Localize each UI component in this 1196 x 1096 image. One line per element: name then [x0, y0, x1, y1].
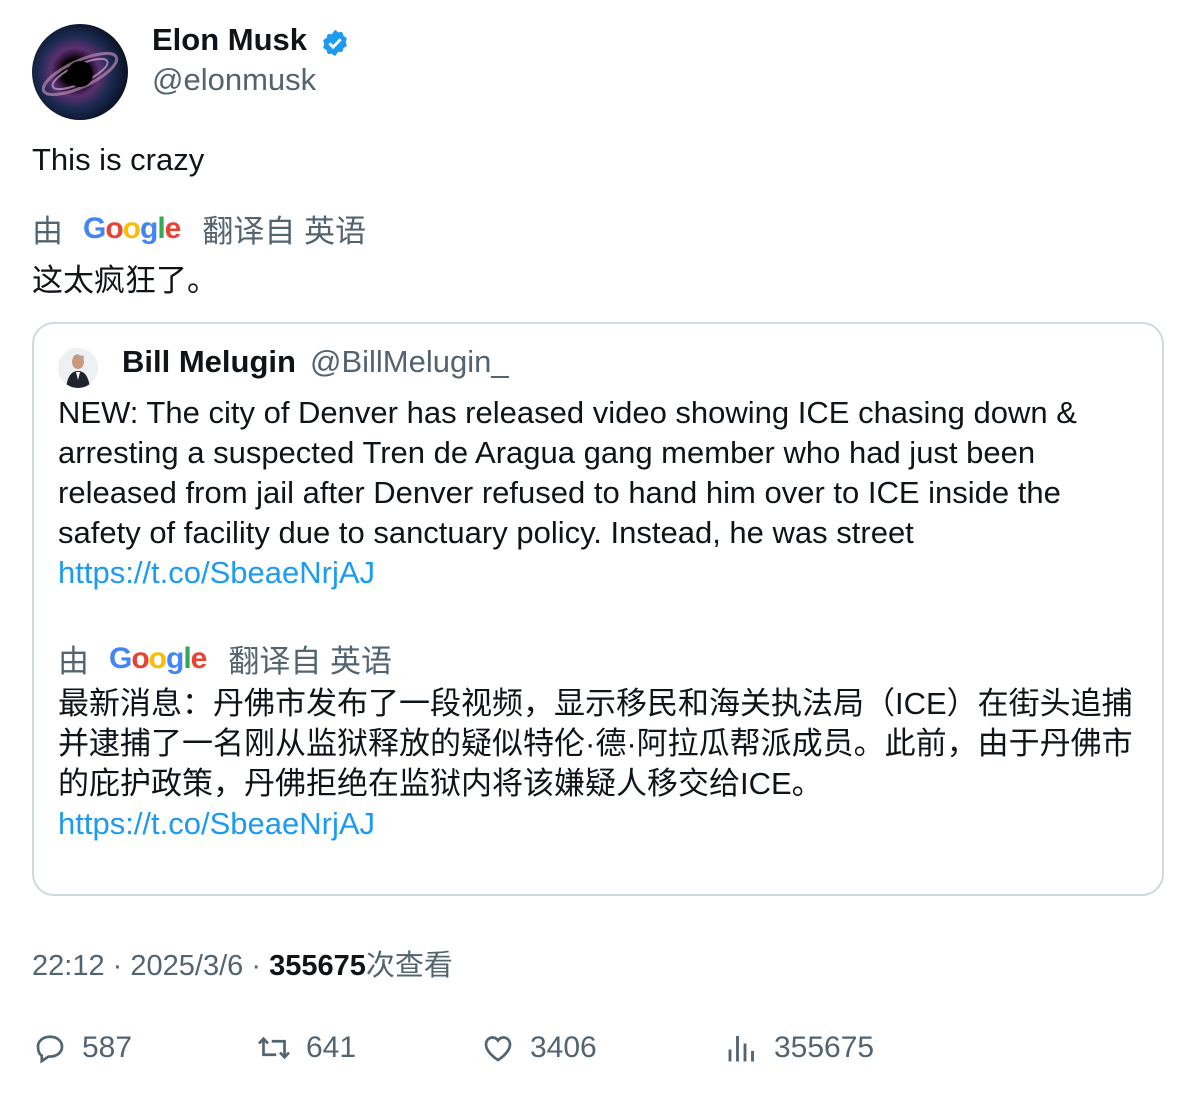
- reply-icon: [36, 1035, 64, 1064]
- tweet-date[interactable]: 2025/3/6: [130, 950, 243, 982]
- translation-prefix: 由: [32, 214, 63, 249]
- quoted-tweet-text: NEW: The city of Denver has released vid…: [58, 393, 1148, 593]
- tweet-translation: 这太疯狂了。: [32, 263, 218, 298]
- author-avatar[interactable]: [32, 24, 128, 120]
- repost-icon: [258, 1036, 290, 1060]
- quoted-translation-link[interactable]: https://t.co/SbeaeNrjAJ: [58, 806, 375, 841]
- views-button[interactable]: 355675: [724, 1030, 874, 1066]
- meta-separator: ·: [251, 950, 261, 982]
- translation-suffix: 翻译自 英语: [202, 214, 366, 249]
- tweet-meta: 22:12 · 2025/3/6 · 355675次查看: [32, 942, 453, 984]
- quoted-tweet-translation: 最新消息：丹佛市发布了一段视频，显示移民和海关执法局（ICE）在街头追捕并逮捕了…: [58, 684, 1148, 844]
- author-name[interactable]: Elon Musk: [152, 22, 307, 58]
- tweet-text: This is crazy: [32, 142, 205, 177]
- view-count: 355675: [269, 950, 366, 982]
- quoted-translation-attribution: 由 Google 翻译自 英语: [58, 636, 392, 681]
- quoted-text-body: NEW: The city of Denver has released vid…: [58, 395, 1077, 550]
- verified-badge-icon: [320, 28, 350, 58]
- views-count: 355675: [774, 1031, 875, 1064]
- heart-icon: [484, 1036, 512, 1062]
- reply-button[interactable]: 587: [32, 1030, 132, 1066]
- tweet-time[interactable]: 22:12: [32, 950, 105, 982]
- quoted-translation-body: 最新消息：丹佛市发布了一段视频，显示移民和海关执法局（ICE）在街头追捕并逮捕了…: [58, 686, 1133, 801]
- repost-count: 641: [306, 1031, 357, 1064]
- reply-count: 587: [82, 1031, 133, 1064]
- quoted-author-avatar[interactable]: [58, 348, 98, 388]
- quoted-translation-prefix: 由: [58, 644, 89, 679]
- google-logo: Google: [109, 641, 207, 675]
- quoted-tweet-link[interactable]: https://t.co/SbeaeNrjAJ: [58, 555, 375, 590]
- repost-button[interactable]: 641: [256, 1030, 356, 1066]
- google-logo: Google: [83, 211, 181, 245]
- quoted-translation-suffix: 翻译自 英语: [228, 644, 392, 679]
- view-count-label: 次查看: [365, 950, 453, 982]
- quoted-author-handle[interactable]: @BillMelugin_: [310, 344, 509, 380]
- meta-separator: ·: [112, 950, 123, 982]
- author-handle[interactable]: @elonmusk: [152, 62, 316, 98]
- like-count: 3406: [530, 1031, 597, 1064]
- translation-attribution: 由 Google 翻译自 英语: [32, 206, 366, 251]
- quoted-author-name[interactable]: Bill Melugin: [122, 344, 296, 380]
- analytics-icon: [728, 1036, 754, 1062]
- like-button[interactable]: 3406: [480, 1030, 597, 1066]
